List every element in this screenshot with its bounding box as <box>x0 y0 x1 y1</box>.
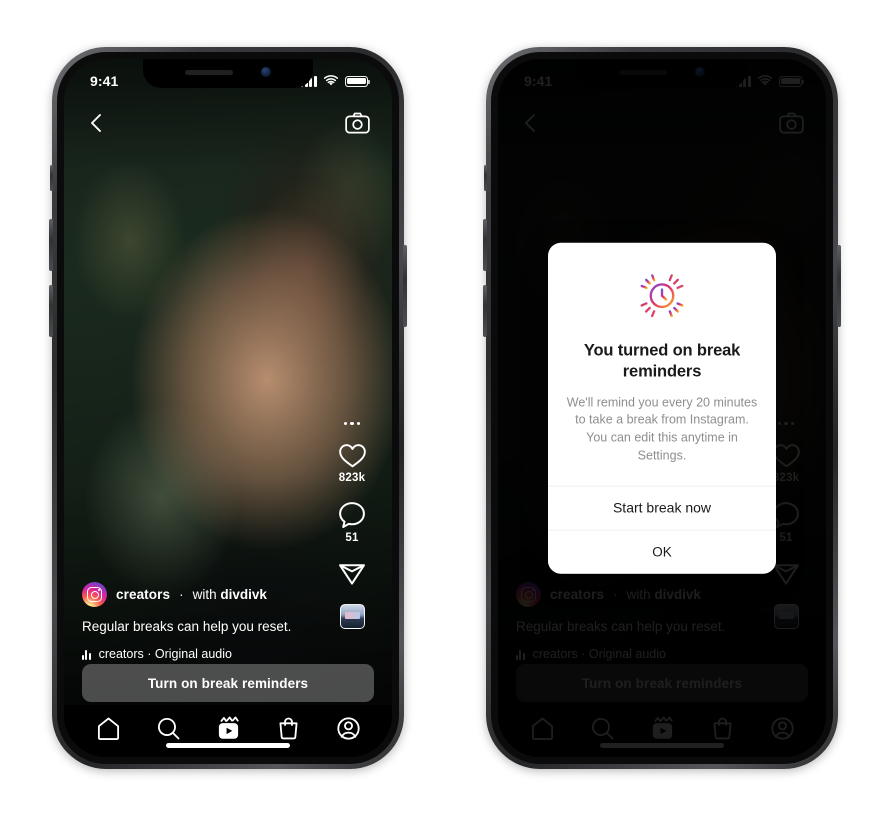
screenshot-stage: 9:41 823k 51 creators · with divdivk Reg… <box>0 0 890 816</box>
heart-icon[interactable] <box>338 442 367 469</box>
front-camera-icon <box>261 67 271 77</box>
reels-icon[interactable] <box>216 716 241 741</box>
device-notch <box>143 59 313 88</box>
caption-audio-row[interactable]: creators · Original audio <box>82 647 326 661</box>
dialog-title: You turned on break reminders <box>583 341 741 381</box>
earpiece-speaker <box>185 69 233 75</box>
ellipsis-icon[interactable] <box>343 421 361 425</box>
like-count: 823k <box>338 472 366 484</box>
power-button[interactable] <box>837 245 841 327</box>
tab-bar <box>64 705 392 757</box>
dialog-body: You turned on break reminders We'll remi… <box>548 243 776 486</box>
paper-plane-icon[interactable] <box>338 561 366 587</box>
audio-thumbnail-icon[interactable] <box>339 604 365 629</box>
status-time: 9:41 <box>90 73 119 89</box>
profile-icon[interactable] <box>336 716 361 741</box>
break-reminder-clock-icon <box>638 272 686 320</box>
screen-left: 9:41 823k 51 creators · with divdivk Reg… <box>64 59 392 757</box>
home-indicator[interactable] <box>166 743 290 748</box>
shop-bag-icon[interactable] <box>276 716 301 741</box>
dialog-description: We'll remind you every 20 minutes to tak… <box>566 395 758 463</box>
reel-caption: creators · with divdivk Regular breaks c… <box>82 582 326 661</box>
caption-with-prefix: with <box>192 587 221 603</box>
reel-top-nav <box>64 103 392 143</box>
phone-bezel-left: 9:41 823k 51 creators · with divdivk Reg… <box>57 52 399 764</box>
comment-count: 51 <box>345 532 359 544</box>
instagram-logo-avatar[interactable] <box>82 582 107 608</box>
audio-bars-icon <box>82 649 91 660</box>
volume-down-button[interactable] <box>49 285 53 337</box>
screen-right: 9:41 <box>498 59 826 757</box>
caption-collab-user[interactable]: divdivk <box>220 587 267 602</box>
audio-label[interactable]: creators · Original audio <box>99 647 232 661</box>
start-break-now-button[interactable]: Start break now <box>548 485 776 530</box>
chevron-left-icon[interactable] <box>86 112 106 134</box>
volume-up-button[interactable] <box>483 219 487 271</box>
phone-right: 9:41 <box>483 47 841 769</box>
comment-action[interactable]: 51 <box>338 501 366 544</box>
volume-down-button[interactable] <box>483 285 487 337</box>
comment-bubble-icon[interactable] <box>338 501 366 529</box>
battery-full-icon <box>345 75 371 87</box>
caption-user-row[interactable]: creators · with divdivk <box>82 582 326 608</box>
reel-action-rail: 823k 51 <box>326 421 378 629</box>
volume-up-button[interactable] <box>49 219 53 271</box>
search-icon[interactable] <box>156 716 181 741</box>
break-reminder-dialog: You turned on break reminders We'll remi… <box>548 242 776 574</box>
caption-separator: · <box>179 587 184 603</box>
home-icon[interactable] <box>96 716 121 741</box>
power-button[interactable] <box>403 245 407 327</box>
phone-left: 9:41 823k 51 creators · with divdivk Reg… <box>49 47 407 769</box>
ok-button[interactable]: OK <box>548 529 776 574</box>
turn-on-break-reminders-button[interactable]: Turn on break reminders <box>82 664 374 702</box>
like-action[interactable]: 823k <box>338 442 367 484</box>
caption-text: Regular breaks can help you reset. <box>82 619 292 635</box>
share-action[interactable] <box>338 561 366 587</box>
wifi-icon <box>323 75 339 86</box>
silent-switch[interactable] <box>484 165 487 191</box>
silent-switch[interactable] <box>50 165 53 191</box>
caption-username[interactable]: creators <box>116 587 170 602</box>
camera-icon[interactable] <box>345 112 370 134</box>
phone-bezel-right: 9:41 <box>491 52 833 764</box>
caption-collab[interactable]: with divdivk <box>193 587 267 602</box>
